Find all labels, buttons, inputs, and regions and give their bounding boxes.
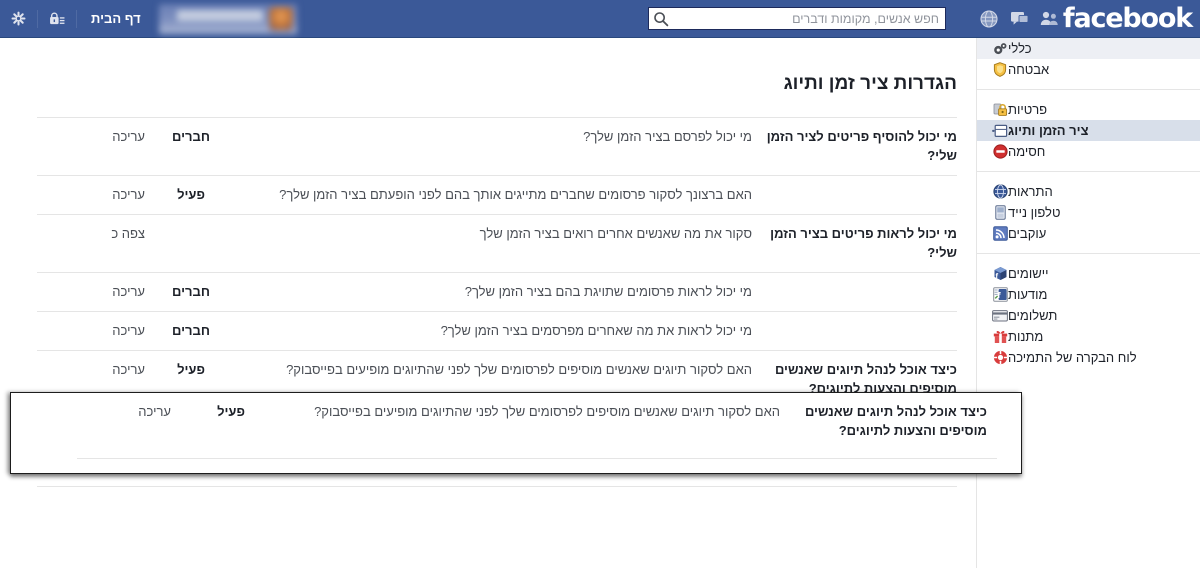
row-section-label: מי יכול להוסיף פריטים לציר הזמן שלי? xyxy=(766,129,957,163)
home-link[interactable]: דף הבית xyxy=(77,0,155,37)
highlight-callout-row[interactable]: כיצד אוכל לנהל תיוגים שאנשים מוסיפים והצ… xyxy=(77,402,997,440)
svg-text:f: f xyxy=(995,273,998,280)
sidebar-item-followers[interactable]: עוקבים xyxy=(977,223,1200,244)
sidebar-item-privacy[interactable]: פרטיות xyxy=(977,99,1200,120)
rss-followers-icon xyxy=(992,226,1008,242)
payments-card-icon xyxy=(992,308,1008,324)
row-value: חברים xyxy=(172,129,210,144)
gears-icon xyxy=(992,41,1008,57)
sidebar-item-timeline-and-tagging[interactable]: ציר הזמן ותיוג xyxy=(977,120,1200,141)
block-icon xyxy=(992,144,1008,160)
navbar-right-cluster xyxy=(974,0,1064,37)
settings-content: הגדרות ציר זמן ותיוג מי יכול להוסיף פריט… xyxy=(20,38,975,568)
row-view-as-link[interactable]: צפה כ xyxy=(37,215,145,273)
search-box[interactable] xyxy=(648,7,946,30)
sidebar-item-support-dashboard[interactable]: לוח הבקרה של התמיכה xyxy=(977,347,1200,368)
search-input[interactable] xyxy=(677,8,945,29)
notifications-globe-icon[interactable] xyxy=(976,6,1002,32)
privacy-lock-icon[interactable] xyxy=(38,0,76,37)
table-row[interactable]: האם ברצונך לסקור פרסומים שחברים מתייגים … xyxy=(37,175,957,215)
user-profile-chip[interactable] xyxy=(158,3,297,34)
messages-icon[interactable] xyxy=(1006,6,1032,32)
sidebar-group-privacy: פרטיות ציר הזמן ותיוג חסימה xyxy=(977,89,1200,162)
row-section-label: מי יכול לראות פריטים בציר הזמן שלי? xyxy=(770,226,957,260)
ads-icon: f xyxy=(992,287,1008,303)
sidebar-item-label: אבטחה xyxy=(1008,62,1050,77)
sidebar-item-security[interactable]: אבטחה xyxy=(977,59,1200,80)
sidebar-item-ads[interactable]: f מודעות xyxy=(977,284,1200,305)
callout-edit-link[interactable]: עריכה xyxy=(77,402,185,440)
table-row[interactable]: מי יכול לראות פריטים בציר הזמן שלי? סקור… xyxy=(37,214,957,273)
sidebar-item-notifications[interactable]: התראות xyxy=(977,181,1200,202)
page-title: הגדרות ציר זמן ותיוג xyxy=(783,73,957,94)
apps-icon: f xyxy=(992,266,1008,282)
row-value: חברים xyxy=(172,323,210,338)
row-question: מי יכול לראות פרסומים שתויגת בהם בציר הז… xyxy=(464,284,752,299)
row-section-label xyxy=(752,273,957,312)
sidebar-item-label: חסימה xyxy=(1008,144,1046,159)
sidebar-group-notifications: התראות טלפון נייד עוקבים xyxy=(977,171,1200,244)
row-edit-link[interactable]: עריכה xyxy=(37,176,145,215)
sidebar-item-blocking[interactable]: חסימה xyxy=(977,141,1200,162)
sidebar-item-label: התראות xyxy=(1008,184,1053,199)
globe-icon xyxy=(992,184,1008,200)
shield-icon xyxy=(992,62,1008,78)
sidebar-item-label: עוקבים xyxy=(1008,226,1047,241)
sidebar-item-label: ציר הזמן ותיוג xyxy=(1008,123,1089,138)
highlight-callout: כיצד אוכל לנהל תיוגים שאנשים מוסיפים והצ… xyxy=(10,392,1022,474)
row-question: סקור את מה שאנשים אחרים רואים בציר הזמן … xyxy=(479,226,752,241)
row-question: מי יכול לפרסם בציר הזמן שלך? xyxy=(583,129,752,144)
row-section-label xyxy=(752,312,957,351)
sidebar-item-label: מודעות xyxy=(1008,287,1048,302)
row-edit-link[interactable]: עריכה xyxy=(37,273,145,312)
row-question: מי יכול לראות את מה שאחרים מפרסמים בציר … xyxy=(440,323,752,338)
table-row[interactable]: מי יכול לראות פרסומים שתויגת בהם בציר הז… xyxy=(37,272,957,312)
sidebar-item-apps[interactable]: f יישומים xyxy=(977,263,1200,284)
row-value: חברים xyxy=(172,284,210,299)
facebook-logo[interactable]: facebook xyxy=(1063,2,1193,35)
padlock-icon xyxy=(992,102,1008,118)
row-edit-link[interactable]: עריכה xyxy=(37,118,145,176)
row-section-label xyxy=(752,176,957,215)
sidebar-item-gifts[interactable]: מתנות xyxy=(977,326,1200,347)
gift-icon xyxy=(992,329,1008,345)
sidebar-group-apps: f יישומים f מודעות תשלומים מתנות לוח הבק… xyxy=(977,253,1200,368)
page-body: כללי אבטחה פרטיות ציר הזמן ותיוג חסימה ה… xyxy=(0,38,1200,568)
callout-section-label: כיצד אוכל לנהל תיוגים שאנשים מוסיפים והצ… xyxy=(804,404,987,438)
svg-text:f: f xyxy=(997,291,1001,300)
sidebar-group-account: כללי אבטחה xyxy=(977,38,1200,80)
top-navigation-bar: דף הבית חפש אנשים, מקומות ודברים faceboo… xyxy=(0,0,1200,38)
sidebar-item-general[interactable]: כללי xyxy=(977,38,1200,59)
row-value: פעיל xyxy=(177,187,205,202)
mobile-phone-icon xyxy=(992,205,1008,221)
avatar xyxy=(268,6,293,31)
sidebar-item-label: תשלומים xyxy=(1008,308,1058,323)
sidebar-item-payments[interactable]: תשלומים xyxy=(977,305,1200,326)
sidebar-item-label: כללי xyxy=(1008,41,1032,56)
row-value xyxy=(145,215,237,273)
sidebar-item-mobile[interactable]: טלפון נייד xyxy=(977,202,1200,223)
settings-sidebar: כללי אבטחה פרטיות ציר הזמן ותיוג חסימה ה… xyxy=(976,38,1200,568)
gear-icon[interactable] xyxy=(0,0,37,37)
callout-value: פעיל xyxy=(217,404,245,419)
table-row[interactable]: מי יכול לראות את מה שאחרים מפרסמים בציר … xyxy=(37,311,957,351)
sidebar-item-label: מתנות xyxy=(1008,329,1044,344)
sidebar-item-label: לוח הבקרה של התמיכה xyxy=(1008,350,1137,365)
sidebar-item-label: טלפון נייד xyxy=(1008,205,1061,220)
callout-divider xyxy=(77,458,997,459)
search-icon xyxy=(653,11,669,27)
sidebar-item-label: יישומים xyxy=(1008,266,1049,281)
timeline-icon xyxy=(992,123,1008,139)
user-name-blurred xyxy=(176,9,263,21)
callout-question: האם לסקור תיוגים שאנשים מוסיפים לפרסומים… xyxy=(314,404,780,419)
support-lifering-icon xyxy=(992,350,1008,366)
row-edit-link[interactable]: עריכה xyxy=(37,312,145,351)
navbar-left-cluster: דף הבית xyxy=(0,0,297,37)
sidebar-item-label: פרטיות xyxy=(1008,102,1048,117)
friend-requests-icon[interactable] xyxy=(1036,6,1062,32)
row-question: האם ברצונך לסקור פרסומים שחברים מתייגים … xyxy=(279,187,752,202)
table-row[interactable]: מי יכול להוסיף פריטים לציר הזמן שלי? מי … xyxy=(37,117,957,176)
